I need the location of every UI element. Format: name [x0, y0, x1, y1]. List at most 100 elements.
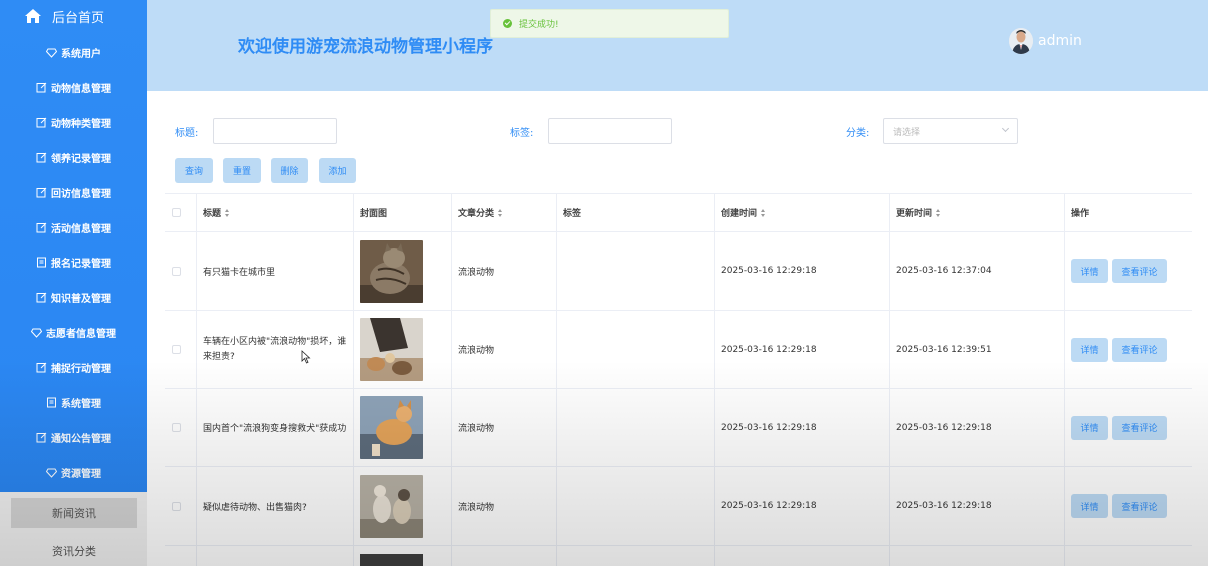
- row-cover: [354, 311, 452, 388]
- edit-icon: [36, 187, 47, 198]
- header-category-text: 文章分类: [458, 209, 495, 219]
- row-checkbox[interactable]: [172, 423, 181, 432]
- header-actions-text: 操作: [1071, 209, 1090, 219]
- row-category-text: 流浪动物: [458, 424, 495, 434]
- sidebar-item-label: 通知公告管理: [51, 434, 111, 445]
- sidebar-item-followup-info[interactable]: 回访信息管理: [0, 175, 147, 210]
- edit-icon: [36, 432, 47, 443]
- cover-image: [360, 474, 423, 538]
- view-comments-button[interactable]: 查看评论: [1112, 337, 1167, 362]
- row-category-text: 流浪动物: [458, 267, 495, 278]
- sidebar-home[interactable]: 后台首页: [0, 0, 147, 32]
- row-updated: 2025-03-16 12:37:04: [890, 232, 1065, 310]
- sidebar-item-system-users[interactable]: 系统用户: [0, 35, 147, 70]
- delete-button[interactable]: 删除: [271, 158, 308, 183]
- sidebar-subitem-news[interactable]: 新闻资讯: [11, 498, 137, 528]
- reset-button[interactable]: 重置: [223, 158, 261, 183]
- row-updated-text: 2025-03-16 12:29:18: [896, 501, 992, 511]
- header-updated[interactable]: 更新时间: [890, 194, 1065, 231]
- sort-icon[interactable]: [498, 208, 503, 217]
- sidebar-item-label: 知识普及管理: [51, 294, 111, 305]
- user-name[interactable]: admin: [1038, 33, 1082, 49]
- title-filter-label: 标题:: [175, 128, 199, 139]
- sidebar: 后台首页 系统用户 动物信息管理 动物种类管理 领养记录管理 回访信息管理 活动…: [0, 0, 147, 566]
- diamond-icon: [46, 468, 57, 478]
- view-comments-button[interactable]: 查看评论: [1112, 415, 1167, 440]
- sidebar-item-animal-species[interactable]: 动物种类管理: [0, 105, 147, 140]
- row-category: 流浪动物: [452, 311, 557, 388]
- row-updated-text: 2025-03-16 12:37:04: [896, 266, 992, 276]
- select-all-checkbox[interactable]: [172, 208, 181, 217]
- row-created-text: 2025-03-16 12:29:18: [721, 422, 817, 433]
- sort-icon[interactable]: [936, 208, 941, 217]
- sidebar-item-knowledge[interactable]: 知识普及管理: [0, 280, 147, 315]
- sidebar-home-label: 后台首页: [52, 10, 105, 26]
- row-title: 疑似虐待动物、出售猫肉?: [197, 467, 354, 545]
- cover-image: [360, 396, 423, 459]
- row-title-text: 疑似虐待动物、出售猫肉?: [203, 502, 307, 513]
- avatar[interactable]: [1009, 28, 1033, 54]
- diamond-icon: [31, 328, 42, 338]
- cover-image: [360, 318, 423, 381]
- sidebar-item-registration-records[interactable]: 报名记录管理: [0, 245, 147, 280]
- table-row: 国内首个"流浪狗变身搜救犬"获成功 流浪动物 2025-03-16 12:29:…: [165, 389, 1192, 467]
- sidebar-item-label: 活动信息管理: [51, 224, 111, 235]
- tag-filter-input[interactable]: [548, 118, 672, 144]
- sidebar-item-adoption-records[interactable]: 领养记录管理: [0, 140, 147, 175]
- header-title[interactable]: 标题: [197, 194, 354, 231]
- sort-icon[interactable]: [761, 208, 766, 217]
- category-filter-label: 分类:: [846, 128, 870, 139]
- sidebar-item-system-management[interactable]: 系统管理: [0, 385, 147, 420]
- news-table: 标题 封面图 文章分类 标签 创建时间 更新时间 操作 有只猫卡在城市里 流浪动…: [165, 193, 1192, 566]
- row-category-text: 流浪动物: [458, 502, 495, 513]
- query-button[interactable]: 查询: [175, 158, 213, 183]
- header-title-text: 标题: [203, 209, 222, 219]
- add-button[interactable]: 添加: [319, 158, 356, 183]
- header-created[interactable]: 创建时间: [715, 194, 890, 231]
- header-tag: 标签: [557, 194, 715, 231]
- header-category[interactable]: 文章分类: [452, 194, 557, 231]
- row-checkbox[interactable]: [172, 266, 181, 276]
- sort-icon[interactable]: [225, 208, 230, 217]
- row-created-text: 2025-03-16 12:29:18: [721, 344, 817, 355]
- detail-button[interactable]: 详情: [1071, 494, 1108, 518]
- sidebar-item-notices[interactable]: 通知公告管理: [0, 420, 147, 455]
- sidebar-subitem-label: 新闻资讯: [52, 507, 96, 520]
- detail-button[interactable]: 详情: [1071, 259, 1108, 283]
- row-category: 流浪动物: [452, 389, 557, 466]
- sidebar-item-label: 系统用户: [61, 49, 101, 60]
- sidebar-item-resources[interactable]: 资源管理: [0, 455, 147, 490]
- row-updated-text: 2025-03-16 12:29:18: [896, 422, 992, 433]
- view-comments-button[interactable]: 查看评论: [1112, 494, 1167, 518]
- sidebar-item-capture-actions[interactable]: 捕捉行动管理: [0, 350, 147, 385]
- title-filter-input[interactable]: [213, 118, 337, 144]
- sidebar-item-animal-info[interactable]: 动物信息管理: [0, 70, 147, 105]
- edit-icon: [36, 362, 47, 373]
- sidebar-item-label: 资源管理: [61, 469, 101, 480]
- row-tag: [557, 311, 715, 388]
- edit-icon: [36, 152, 47, 163]
- row-cover: [354, 232, 452, 310]
- view-comments-button[interactable]: 查看评论: [1112, 259, 1167, 283]
- table-row: 疑似虐待动物、出售猫肉? 流浪动物 2025-03-16 12:29:18 20…: [165, 467, 1192, 546]
- row-category-text: 流浪动物: [458, 346, 495, 356]
- row-category: [452, 546, 557, 566]
- row-checkbox[interactable]: [172, 501, 181, 511]
- table-header-row: 标题 封面图 文章分类 标签 创建时间 更新时间 操作: [165, 194, 1192, 232]
- category-select-placeholder: 请选择: [893, 127, 921, 138]
- sidebar-item-volunteers[interactable]: 志愿者信息管理: [0, 315, 147, 350]
- row-created: 2025-03-16 12:29:18: [715, 232, 890, 310]
- header-created-text: 创建时间: [721, 209, 758, 219]
- check-circle-icon: [503, 19, 512, 28]
- sidebar-item-label: 报名记录管理: [51, 259, 111, 270]
- detail-button[interactable]: 详情: [1071, 337, 1108, 362]
- category-select[interactable]: 请选择: [883, 118, 1018, 144]
- table-row: [165, 546, 1192, 566]
- sidebar-subitem-news-category[interactable]: 资讯分类: [11, 536, 137, 566]
- row-created: 2025-03-16 12:29:18: [715, 467, 890, 545]
- row-checkbox[interactable]: [172, 345, 181, 354]
- header-cover: 封面图: [354, 194, 452, 231]
- header-updated-text: 更新时间: [896, 209, 933, 219]
- detail-button[interactable]: 详情: [1071, 415, 1108, 440]
- sidebar-item-activity-info[interactable]: 活动信息管理: [0, 210, 147, 245]
